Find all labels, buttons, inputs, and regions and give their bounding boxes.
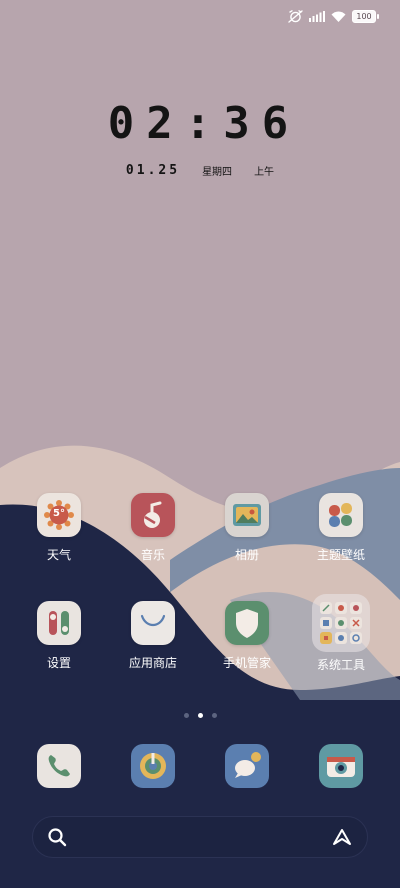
mini-app-icon (335, 602, 347, 614)
messages-icon (235, 752, 261, 778)
dock-browser[interactable] (131, 744, 175, 788)
wifi-icon (331, 11, 346, 22)
mini-app-icon (335, 632, 347, 644)
settings-icon (37, 601, 81, 645)
clock-time: 02:36 (107, 98, 301, 149)
gallery-icon (225, 493, 269, 537)
mini-app-icon (350, 617, 362, 629)
search-bar[interactable] (32, 816, 368, 858)
app-security[interactable]: 手机管家 (203, 601, 291, 671)
app-music[interactable]: 音乐 (109, 493, 197, 563)
app-label-themes: 主题壁纸 (316, 548, 365, 562)
signal-icon (309, 11, 325, 22)
app-gallery[interactable]: 相册 (203, 493, 291, 563)
dock-messages[interactable] (225, 744, 269, 788)
app-label-weather: 天气 (46, 548, 71, 562)
clock-date: 01.25 (125, 163, 181, 178)
page-indicator[interactable] (0, 713, 400, 718)
app-label-music: 音乐 (140, 548, 165, 562)
clock-widget[interactable]: 02:36 01.25 星期四 上午 (0, 98, 400, 178)
phone-icon (48, 755, 70, 777)
camera-icon (327, 757, 355, 777)
battery-icon: 100 (352, 10, 379, 23)
weather-icon: 5° (37, 493, 81, 537)
page-dot[interactable] (183, 713, 189, 718)
clock-weekday: 星期四 (202, 167, 233, 178)
app-settings[interactable]: 设置 (15, 601, 103, 671)
app-label-gallery: 相册 (234, 548, 259, 562)
folder-system-tools[interactable]: 系统工具 (297, 594, 385, 673)
security-icon (225, 601, 269, 645)
mini-app-icon (335, 617, 347, 629)
alarm-off-icon (288, 10, 303, 23)
app-label-store: 应用商店 (128, 656, 177, 670)
app-weather[interactable]: 5° 天气 (15, 493, 103, 563)
mini-app-icon (320, 602, 332, 614)
dock-camera[interactable] (319, 744, 363, 788)
mini-app-icon (320, 632, 332, 644)
battery-level: 100 (356, 12, 372, 21)
folder-icon (312, 594, 370, 652)
mini-app-icon (350, 602, 362, 614)
app-label-system-tools: 系统工具 (316, 658, 365, 672)
app-label-settings: 设置 (46, 656, 71, 670)
clock-period: 上午 (254, 167, 275, 178)
mini-app-icon (350, 632, 362, 644)
browser-icon (140, 753, 166, 779)
mini-app-icon (320, 617, 332, 629)
app-store[interactable]: 应用商店 (109, 601, 197, 671)
page-dot[interactable] (211, 713, 217, 718)
page-dot-active[interactable] (197, 713, 203, 718)
themes-icon (319, 493, 363, 537)
search-icon[interactable] (47, 827, 67, 847)
app-themes[interactable]: 主题壁纸 (297, 493, 385, 563)
app-label-security: 手机管家 (222, 656, 271, 670)
assistant-icon[interactable] (331, 828, 353, 846)
music-icon (131, 493, 175, 537)
dock-phone[interactable] (37, 744, 81, 788)
app-store-icon (131, 601, 175, 645)
weather-temperature: 5° (53, 508, 65, 519)
status-bar: 100 (288, 10, 379, 23)
